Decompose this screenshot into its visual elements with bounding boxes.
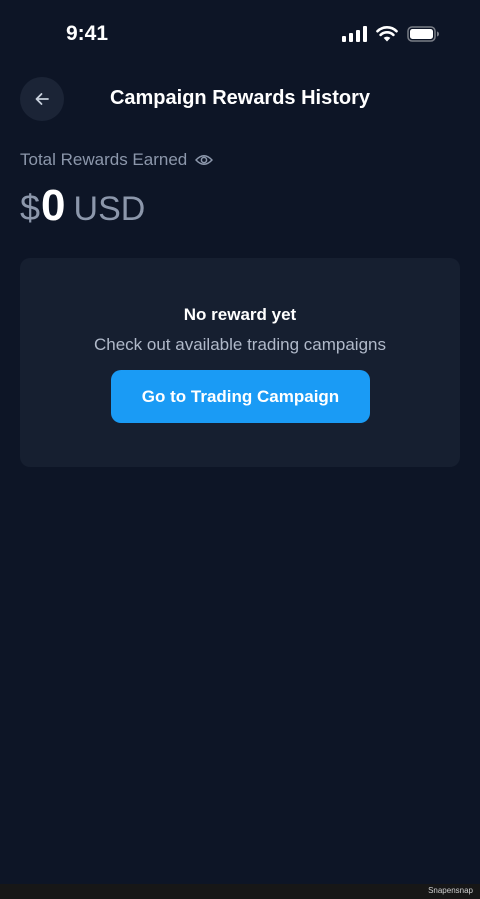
currency-symbol: $ bbox=[20, 187, 41, 228]
rewards-label: Total Rewards Earned bbox=[20, 150, 188, 169]
rewards-label-row: Total Rewards Earned bbox=[20, 150, 214, 170]
empty-state-card: No reward yet Check out available tradin… bbox=[20, 258, 460, 467]
status-bar: 9:41 bbox=[0, 0, 480, 72]
amount-value: 0 bbox=[41, 181, 66, 230]
currency-code: USD bbox=[73, 190, 146, 228]
wifi-icon bbox=[376, 26, 398, 42]
battery-icon bbox=[407, 26, 440, 42]
empty-state-title: No reward yet bbox=[183, 305, 297, 324]
signal-icon bbox=[342, 26, 367, 42]
screen: 9:41 Campaign Rewards History Total Rewa… bbox=[0, 0, 480, 899]
rewards-amount: $ 0 USD bbox=[20, 181, 145, 231]
watermark: Snapensnap bbox=[428, 886, 473, 895]
page-title: Campaign Rewards History bbox=[109, 87, 371, 109]
header: Campaign Rewards History bbox=[0, 77, 480, 121]
eye-icon[interactable] bbox=[195, 153, 214, 167]
status-icons bbox=[342, 26, 440, 42]
status-time: 9:41 bbox=[66, 22, 109, 45]
footer-bar: Snapensnap bbox=[0, 884, 480, 899]
empty-state-subtitle: Check out available trading campaigns bbox=[93, 335, 386, 354]
go-to-trading-campaign-button[interactable]: Go to Trading Campaign bbox=[111, 370, 370, 423]
